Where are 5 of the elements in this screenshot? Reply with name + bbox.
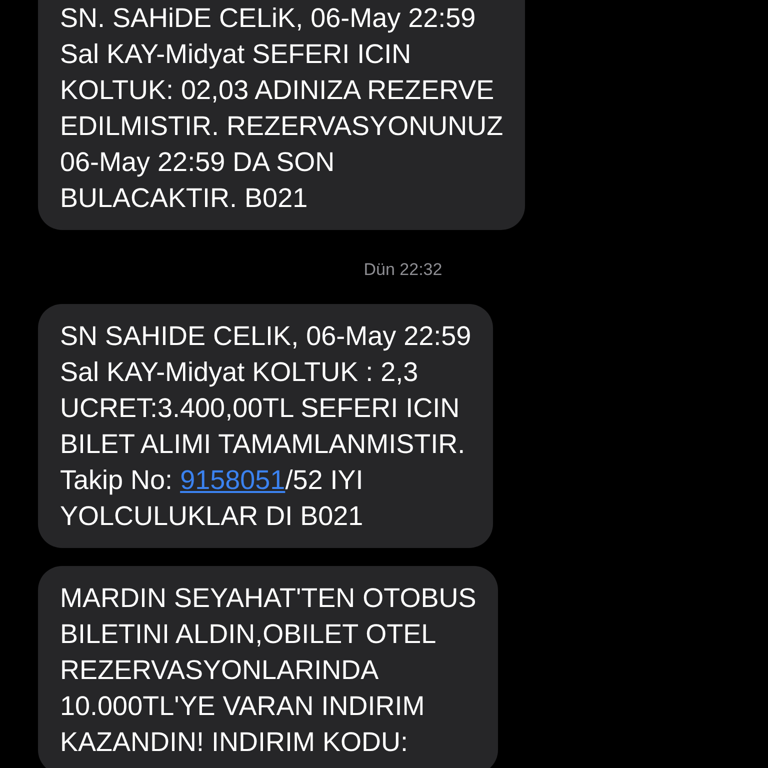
- message-text: SN. SAHiDE CELiK, 06-May 22:59 Sal KAY-Midyat SEFERI ICIN KOLTUK: 02,03 ADINIZA REZERVE EDILMISTIR. REZERVASYONUNUZ 06-May 22:59 DA SON BULACAKTIR. B021: [60, 2, 504, 215]
- message-timestamp: Dün 22:32: [362, 260, 442, 280]
- tracking-number-link[interactable]: 9158051: [180, 465, 286, 495]
- message-text: MARDIN SEYAHAT'TEN OTOBUS BILETINI ALDIN,OBILET OTEL REZERVASYONLARINDA 10.000TL'YE VARAN INDIRIM KAZANDIN! INDIRIM KODU:: [60, 582, 476, 759]
- message-text: SN SAHIDE CELIK, 06-May 22:59 Sal KAY-Midyat KOLTUK : 2,3 UCRET:3.400,00TL SEFERI ICIN BILET ALIMI TAMAMLANMISTIR. Takip No: 9158051/52 IYI YOLCULUKLAR DI B021: [60, 320, 472, 533]
